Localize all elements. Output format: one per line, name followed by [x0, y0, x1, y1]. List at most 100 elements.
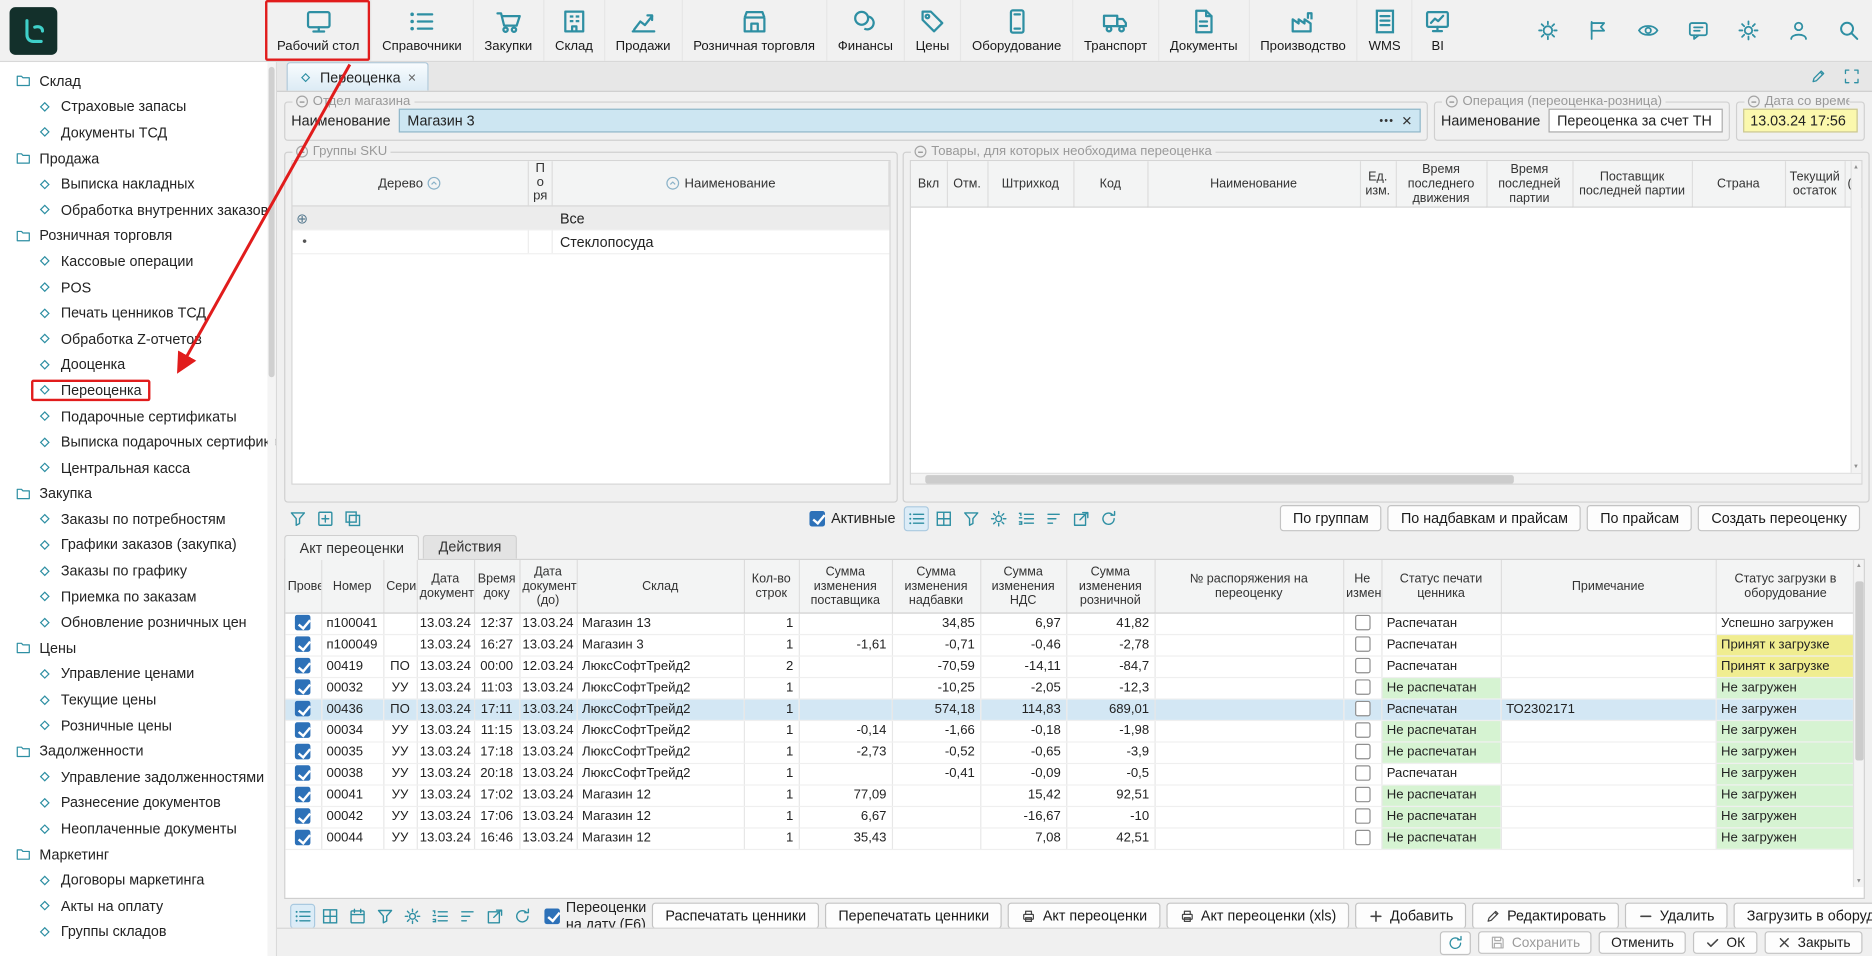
sidebar-item[interactable]: Розничные цены [0, 713, 276, 739]
column-header[interactable]: Серия [383, 560, 416, 613]
collapse-icon[interactable] [1748, 96, 1760, 108]
ok-button[interactable]: ОК [1693, 931, 1757, 954]
sidebar-item[interactable]: Подарочные сертификаты [0, 403, 276, 429]
sidebar-item[interactable]: Разнесение документов [0, 790, 276, 816]
expand-node-icon[interactable] [296, 211, 308, 225]
checked-checkbox[interactable] [295, 830, 311, 846]
scrollbar-thumb[interactable] [925, 475, 1514, 483]
column-header[interactable]: Поставщик последней партии [1572, 161, 1691, 207]
column-header[interactable]: Статус печати ценника [1381, 560, 1500, 613]
sidebar-item[interactable]: Переоценка [0, 377, 276, 403]
column-header-order[interactable]: Поря [529, 161, 553, 205]
no-change-checkbox[interactable] [1354, 808, 1370, 824]
filter-icon[interactable] [374, 904, 397, 927]
date-time-input[interactable]: 13.03.24 17:56 [1743, 109, 1858, 133]
column-header[interactable]: Не изменять [1343, 560, 1381, 613]
checked-checkbox[interactable] [295, 744, 311, 760]
list-view-icon[interactable] [905, 507, 928, 530]
checked-checkbox[interactable] [295, 679, 311, 695]
acts-action-button[interactable]: Загрузить в оборудование [1734, 903, 1872, 929]
goods-action-button[interactable]: Создать переоценку [1698, 505, 1860, 531]
toolbar-module-item[interactable]: Рабочий стол [265, 0, 370, 61]
checked-checkbox[interactable] [295, 636, 311, 652]
column-header[interactable]: Ед. изм. [1360, 161, 1396, 207]
act-row[interactable]: 00038 УУ 13.03.24 20:18 13.03.24 ЛюксСоф… [285, 763, 1855, 784]
acts-action-button[interactable]: Акт переоценки (xls) [1166, 903, 1349, 929]
sort-icon[interactable] [456, 904, 479, 927]
column-header[interactable]: Время последнего движения [1396, 161, 1487, 207]
checked-checkbox[interactable] [295, 658, 311, 674]
filter-icon[interactable] [287, 507, 310, 530]
column-header[interactable]: Время доку [474, 560, 519, 613]
list-view-icon[interactable] [291, 904, 314, 927]
toolbar-module-item[interactable]: Розничная торговля [681, 0, 826, 61]
cancel-button[interactable]: Отменить [1599, 931, 1686, 954]
refresh-icon[interactable] [1097, 507, 1120, 530]
act-row[interactable]: п100041 13.03.24 12:37 13.03.24 Магазин … [285, 612, 1855, 633]
sidebar-item[interactable]: Маркетинг [0, 841, 276, 867]
export-icon[interactable] [1070, 507, 1093, 530]
numbered-list-icon[interactable] [1015, 507, 1038, 530]
sidebar-item[interactable]: Обновление розничных цен [0, 609, 276, 635]
column-header[interactable]: Примечание [1501, 560, 1716, 613]
column-header-name[interactable]: Наименование [553, 161, 890, 205]
sidebar-item[interactable]: Текущие цены [0, 687, 276, 713]
acts-action-button[interactable]: Удалить [1625, 903, 1727, 929]
toolbar-module-item[interactable]: Производство [1248, 0, 1356, 61]
sidebar-scrollbar[interactable] [267, 62, 275, 956]
act-row[interactable]: 00034 УУ 13.03.24 11:15 13.03.24 ЛюксСоф… [285, 720, 1855, 741]
column-header[interactable]: Вкл [911, 161, 947, 207]
column-header[interactable]: Страна [1692, 161, 1785, 207]
horizontal-scrollbar[interactable] [911, 473, 1861, 484]
sidebar-item[interactable]: Закупка [0, 481, 276, 507]
sidebar-item[interactable]: Страховые запасы [0, 94, 276, 120]
no-change-checkbox[interactable] [1354, 744, 1370, 760]
toolbar-module-item[interactable]: Закупки [472, 0, 543, 61]
no-change-checkbox[interactable] [1354, 615, 1370, 631]
sidebar-item[interactable]: POS [0, 274, 276, 300]
no-change-checkbox[interactable] [1354, 658, 1370, 674]
checked-checkbox[interactable] [295, 765, 311, 781]
sku-row[interactable]: Все [293, 207, 890, 231]
copy-icon[interactable] [341, 507, 364, 530]
clear-icon[interactable] [1401, 113, 1412, 129]
sidebar-item[interactable]: Розничная торговля [0, 223, 276, 249]
sidebar-item[interactable]: Центральная касса [0, 455, 276, 481]
sidebar-item[interactable]: Обработка Z-отчетов [0, 326, 276, 352]
sidebar-item[interactable]: Заказы по потребностям [0, 506, 276, 532]
toolbar-module-item[interactable]: Оборудование [960, 0, 1072, 61]
toolbar-module-item[interactable]: Справочники [370, 0, 472, 61]
numbered-list-icon[interactable] [429, 904, 452, 927]
table-view-icon[interactable] [319, 904, 342, 927]
sidebar-item[interactable]: Дооценка [0, 352, 276, 378]
act-row[interactable]: 00419 ПО 13.03.24 00:00 12.03.24 ЛюксСоф… [285, 655, 1855, 676]
tab-close-icon[interactable] [408, 70, 416, 84]
act-row[interactable]: 00042 УУ 13.03.24 17:06 13.03.24 Магазин… [285, 806, 1855, 827]
checked-checkbox[interactable] [295, 615, 311, 631]
acts-action-button[interactable]: Редактировать [1472, 903, 1619, 929]
sidebar-item[interactable]: Выписка накладных [0, 171, 276, 197]
sidebar-item[interactable]: Заказы по графику [0, 558, 276, 584]
table-view-icon[interactable] [932, 507, 955, 530]
toolbar-module-item[interactable]: Транспорт [1072, 0, 1158, 61]
checked-checkbox[interactable] [295, 722, 311, 738]
settings-icon[interactable] [401, 904, 424, 927]
no-change-checkbox[interactable] [1354, 701, 1370, 717]
column-header[interactable]: Дата документа (до) [519, 560, 576, 613]
refresh-button[interactable] [1440, 931, 1471, 955]
no-change-checkbox[interactable] [1354, 765, 1370, 781]
tab-pereotsenka[interactable]: Переоценка [287, 62, 429, 91]
act-row[interactable]: 00436 ПО 13.03.24 17:11 13.03.24 ЛюксСоф… [285, 698, 1855, 719]
tab-act-pereotsenki[interactable]: Акт переоценки [284, 535, 419, 560]
sidebar-item[interactable]: Обработка внутренних заказов [0, 197, 276, 223]
act-row[interactable]: 00044 УУ 13.03.24 16:46 13.03.24 Магазин… [285, 827, 1855, 848]
column-header[interactable]: Сумма изменения розничной [1066, 560, 1154, 613]
act-row[interactable]: 00035 УУ 13.03.24 17:18 13.03.24 ЛюксСоф… [285, 741, 1855, 762]
sidebar-item[interactable]: Цены [0, 635, 276, 661]
sidebar-item[interactable]: Задолженности [0, 738, 276, 764]
collapse-icon[interactable] [296, 96, 308, 108]
add-icon[interactable] [314, 507, 337, 530]
toolbar-module-item[interactable]: Продажи [604, 0, 682, 61]
column-header[interactable]: Наименование [1147, 161, 1360, 207]
column-header[interactable]: Сумма изменения надбавки [892, 560, 980, 613]
